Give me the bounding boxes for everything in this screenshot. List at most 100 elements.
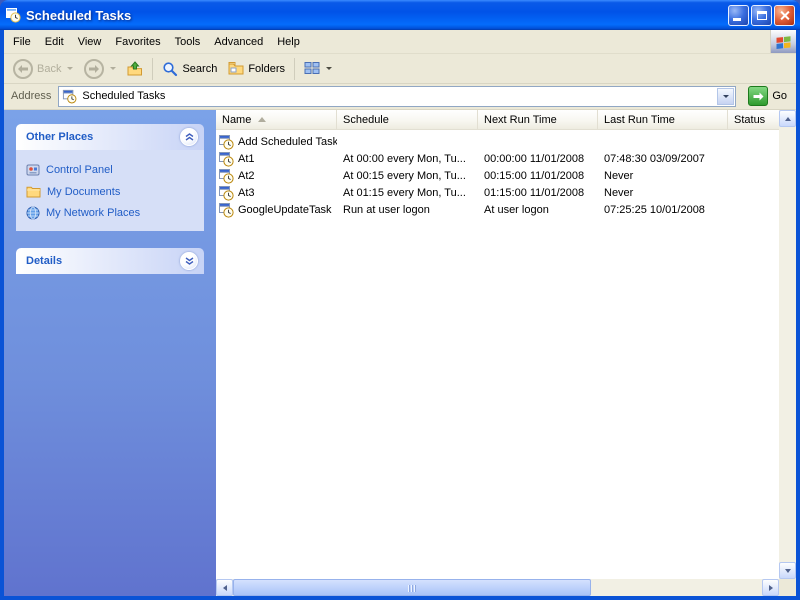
column-headers: Name Schedule Next Run Time Last Run Tim… (216, 110, 779, 130)
name-cell: At2 (216, 168, 337, 184)
arrow-right-icon (769, 585, 773, 591)
forward-button[interactable] (79, 56, 121, 82)
up-folder-icon (127, 61, 143, 77)
scroll-right-button[interactable] (762, 579, 779, 596)
column-label: Schedule (343, 114, 389, 126)
chevron-down-icon (723, 95, 729, 98)
menu-view[interactable]: View (71, 32, 109, 52)
close-button[interactable] (774, 5, 795, 26)
next-run-cell: At user logon (478, 204, 598, 216)
add-scheduled-task-icon (218, 134, 234, 150)
task-row-at3[interactable]: At3 At 01:15 every Mon, Tu... 01:15:00 1… (216, 184, 779, 201)
toolbar-separator (152, 58, 153, 80)
menu-tools[interactable]: Tools (168, 32, 208, 52)
menu-advanced[interactable]: Advanced (207, 32, 270, 52)
column-label: Status (734, 114, 765, 126)
scheduled-task-icon (218, 185, 234, 201)
schedule-cell: At 01:15 every Mon, Tu... (337, 187, 478, 199)
search-button[interactable]: Search (157, 56, 222, 82)
titlebar[interactable]: Scheduled Tasks (0, 0, 800, 30)
column-header-last-run-time[interactable]: Last Run Time (598, 110, 728, 130)
name-cell: At1 (216, 151, 337, 167)
next-run-cell: 01:15:00 11/01/2008 (478, 187, 598, 199)
task-list: Name Schedule Next Run Time Last Run Tim… (216, 110, 779, 579)
address-label: Address (11, 90, 51, 102)
forward-dropdown-icon (110, 67, 116, 70)
address-input[interactable]: Scheduled Tasks (58, 86, 736, 107)
column-header-schedule[interactable]: Schedule (337, 110, 478, 130)
back-label: Back (37, 63, 61, 75)
details-header[interactable]: Details (16, 248, 204, 274)
scheduled-task-icon (218, 151, 234, 167)
sidebar-item-label: Control Panel (46, 164, 113, 176)
task-name: Add Scheduled Task (238, 136, 337, 148)
views-button[interactable] (299, 56, 337, 82)
column-header-status[interactable]: Status (728, 110, 779, 130)
toolbar: Back Search (4, 54, 796, 84)
horizontal-scrollbar[interactable] (216, 579, 779, 596)
sidebar-item-control-panel[interactable]: Control Panel (26, 159, 202, 181)
task-row-at2[interactable]: At2 At 00:15 every Mon, Tu... 00:15:00 1… (216, 167, 779, 184)
forward-icon (84, 59, 104, 79)
scheduled-tasks-icon (5, 7, 21, 23)
scroll-down-button[interactable] (779, 562, 796, 579)
name-cell: Add Scheduled Task (216, 134, 337, 150)
last-run-cell: Never (598, 170, 728, 182)
sidebar-item-my-network-places[interactable]: My Network Places (26, 202, 202, 224)
vertical-scrollbar[interactable] (779, 110, 796, 579)
search-icon (162, 61, 178, 77)
name-cell: At3 (216, 185, 337, 201)
scroll-up-button[interactable] (779, 110, 796, 127)
last-run-cell: 07:48:30 03/09/2007 (598, 153, 728, 165)
address-dropdown-button[interactable] (717, 88, 734, 105)
next-run-cell: 00:00:00 11/01/2008 (478, 153, 598, 165)
task-row-googleupdatetask[interactable]: GoogleUpdateTask Run at user logon At us… (216, 201, 779, 218)
other-places-header[interactable]: Other Places (16, 124, 204, 150)
other-places-body: Control Panel My Documents (16, 150, 204, 231)
scheduled-task-icon (218, 168, 234, 184)
collapse-panel-button[interactable] (180, 128, 198, 146)
details-panel: Details (16, 248, 204, 274)
sidebar: Other Places Control Panel (4, 110, 216, 596)
last-run-cell: Never (598, 187, 728, 199)
horizontal-scroll-thumb[interactable] (233, 579, 591, 596)
column-header-name[interactable]: Name (216, 110, 337, 130)
task-list-area: Name Schedule Next Run Time Last Run Tim… (216, 110, 796, 596)
back-button[interactable]: Back (8, 56, 78, 82)
last-run-cell: 07:25:25 10/01/2008 (598, 204, 728, 216)
sidebar-item-my-documents[interactable]: My Documents (26, 181, 202, 202)
name-cell: GoogleUpdateTask (216, 202, 337, 218)
folder-icon (26, 185, 41, 198)
minimize-button[interactable] (728, 5, 749, 26)
menu-help[interactable]: Help (270, 32, 307, 52)
sidebar-item-label: My Network Places (46, 207, 140, 219)
go-button[interactable]: Go (743, 86, 792, 106)
scrollbar-corner (779, 579, 796, 596)
scheduled-task-icon (218, 202, 234, 218)
arrow-left-icon (223, 585, 227, 591)
menu-favorites[interactable]: Favorites (108, 32, 167, 52)
folders-label: Folders (248, 63, 285, 75)
arrow-up-icon (785, 117, 791, 121)
task-row-add-scheduled-task[interactable]: Add Scheduled Task (216, 133, 779, 150)
menu-file[interactable]: File (6, 32, 38, 52)
column-header-next-run-time[interactable]: Next Run Time (478, 110, 598, 130)
address-folder-icon (62, 89, 77, 104)
folders-icon (228, 61, 244, 77)
folders-button[interactable]: Folders (223, 56, 290, 82)
menu-edit[interactable]: Edit (38, 32, 71, 52)
maximize-button[interactable] (751, 5, 772, 26)
details-title: Details (26, 255, 62, 267)
address-bar: Address Scheduled Tasks Go (4, 84, 796, 110)
expand-panel-button[interactable] (180, 252, 198, 270)
chevron-down-icon (185, 257, 194, 265)
views-dropdown-icon (326, 67, 332, 70)
network-globe-icon (26, 206, 40, 220)
column-label: Last Run Time (604, 114, 675, 126)
up-button[interactable] (122, 56, 148, 82)
go-arrow-icon (748, 86, 768, 106)
task-row-at1[interactable]: At1 At 00:00 every Mon, Tu... 00:00:00 1… (216, 150, 779, 167)
task-name: At2 (238, 170, 255, 182)
scroll-left-button[interactable] (216, 579, 233, 596)
main-area: Other Places Control Panel (4, 110, 796, 596)
